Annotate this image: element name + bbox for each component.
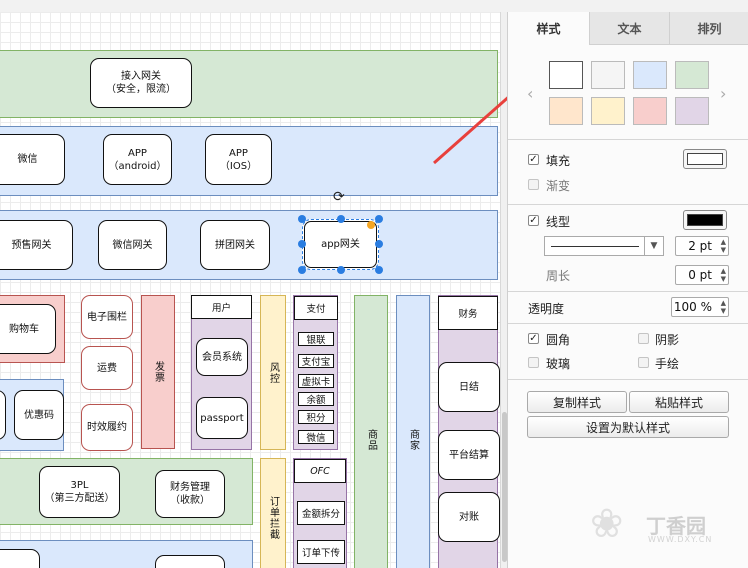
sketch-checkbox[interactable] bbox=[638, 357, 649, 368]
divider bbox=[508, 139, 748, 140]
fill-label: 填充 bbox=[546, 154, 571, 168]
stepper-icon[interactable]: ▲ ▼ bbox=[721, 238, 726, 254]
style-swatch-green[interactable] bbox=[675, 61, 709, 89]
rounded-label: 圆角 bbox=[546, 333, 571, 347]
style-swatch-gray[interactable] bbox=[591, 61, 625, 89]
style-swatch-yellow[interactable] bbox=[591, 97, 625, 125]
format-panel: 样式 文本 排列 ‹ › ✓ 填充 渐变 ✓ 线型 ▼ 2 pt ▲ ▼ 周长 0 … bbox=[507, 12, 748, 568]
gradient-checkbox[interactable] bbox=[528, 179, 539, 190]
gradient-label: 渐变 bbox=[546, 179, 571, 193]
stepper-icon[interactable]: ▲ ▼ bbox=[721, 267, 726, 283]
style-swatch-purple[interactable] bbox=[675, 97, 709, 125]
glass-label: 玻璃 bbox=[546, 357, 571, 371]
watermark-logo-icon: ❀ bbox=[590, 501, 624, 547]
line-width-input[interactable]: 2 pt ▲ ▼ bbox=[675, 236, 729, 256]
shadow-label: 阴影 bbox=[655, 333, 680, 347]
tab-style[interactable]: 样式 bbox=[508, 12, 589, 45]
opacity-input[interactable]: 100 % ▲ ▼ bbox=[671, 297, 729, 317]
tab-text[interactable]: 文本 bbox=[589, 12, 669, 45]
fill-color-button[interactable] bbox=[683, 149, 727, 169]
glass-checkbox[interactable] bbox=[528, 357, 539, 368]
copy-style-button[interactable]: 复制样式 bbox=[527, 391, 627, 413]
style-swatch-blue[interactable] bbox=[633, 61, 667, 89]
divider bbox=[508, 204, 748, 205]
perimeter-input[interactable]: 0 pt ▲ ▼ bbox=[675, 265, 729, 285]
style-swatch-white[interactable] bbox=[549, 61, 583, 89]
line-label: 线型 bbox=[546, 215, 571, 229]
line-color-button[interactable] bbox=[683, 210, 727, 230]
fill-checkbox[interactable]: ✓ bbox=[528, 154, 539, 165]
line-checkbox[interactable]: ✓ bbox=[528, 215, 539, 226]
line-pattern-select[interactable]: ▼ bbox=[544, 236, 664, 256]
shadow-checkbox[interactable] bbox=[638, 333, 649, 344]
line-pattern-preview bbox=[551, 246, 639, 247]
paste-style-button[interactable]: 粘贴样式 bbox=[629, 391, 729, 413]
chevron-down-icon[interactable]: ▼ bbox=[644, 237, 663, 255]
perimeter-label: 周长 bbox=[546, 269, 571, 283]
divider bbox=[508, 379, 748, 380]
sketch-label: 手绘 bbox=[655, 357, 680, 371]
chevron-left-icon[interactable]: ‹ bbox=[527, 84, 533, 103]
divider bbox=[508, 291, 748, 292]
opacity-label: 透明度 bbox=[528, 302, 565, 316]
chevron-right-icon[interactable]: › bbox=[720, 84, 726, 103]
set-default-style-button[interactable]: 设置为默认样式 bbox=[527, 416, 729, 438]
stepper-icon[interactable]: ▲ ▼ bbox=[721, 299, 726, 315]
watermark-url: WWW.DXY.CN bbox=[648, 535, 713, 544]
rounded-checkbox[interactable]: ✓ bbox=[528, 333, 539, 344]
divider bbox=[508, 323, 748, 324]
style-swatch-red[interactable] bbox=[633, 97, 667, 125]
style-swatch-orange[interactable] bbox=[549, 97, 583, 125]
tab-arrange[interactable]: 排列 bbox=[669, 12, 748, 45]
